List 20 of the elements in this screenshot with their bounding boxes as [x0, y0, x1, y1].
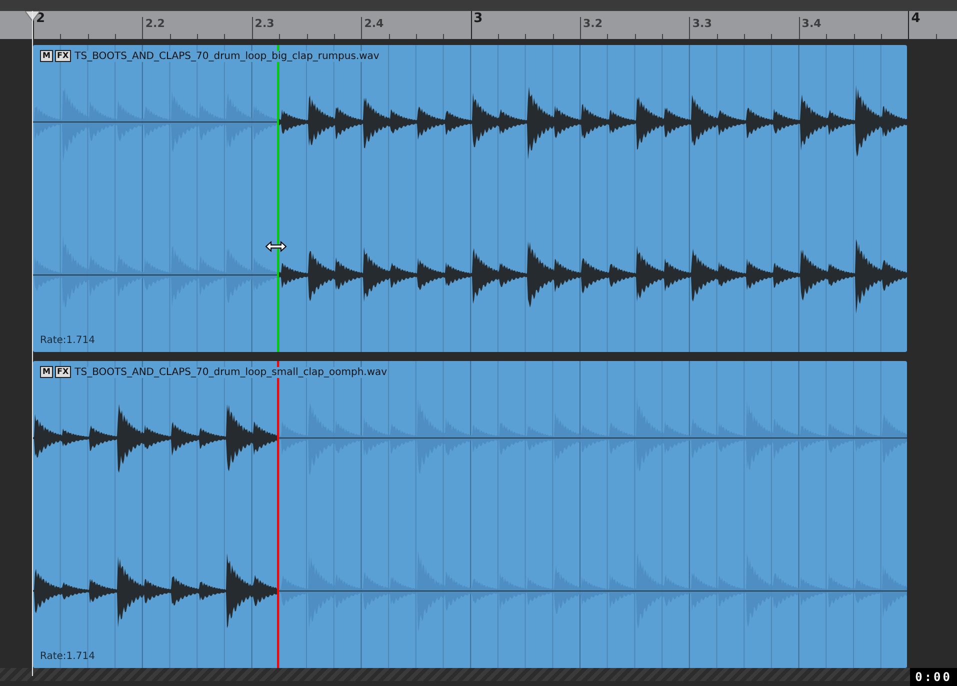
split-line[interactable]	[277, 45, 279, 352]
ruler-label: 4	[911, 11, 920, 26]
rate-label: Rate:1.714	[40, 335, 95, 346]
mute-button[interactable]: M	[40, 366, 53, 378]
ruler-label: 2.3	[254, 17, 274, 30]
ruler-label: 2.4	[364, 17, 384, 30]
split-line[interactable]	[277, 361, 279, 668]
mute-button[interactable]: M	[40, 50, 53, 62]
rate-label: Rate:1.714	[40, 651, 95, 662]
ruler-label: 2.2	[145, 17, 165, 30]
clip-name: TS_BOOTS_AND_CLAPS_70_drum_loop_small_clap_oomph.wav	[74, 366, 388, 378]
ruler-label: 3.4	[802, 17, 822, 30]
fx-button[interactable]: FX	[55, 50, 71, 62]
fx-button[interactable]: FX	[55, 366, 71, 378]
time-display: 0:00	[910, 668, 957, 686]
ruler-label: 3.3	[692, 17, 712, 30]
ruler-label: 3.2	[583, 17, 602, 30]
clip-name: TS_BOOTS_AND_CLAPS_70_drum_loop_big_clap_rumpus.wav	[74, 50, 380, 62]
ruler-label: 3	[474, 11, 483, 26]
resize-cursor-icon	[265, 241, 287, 252]
